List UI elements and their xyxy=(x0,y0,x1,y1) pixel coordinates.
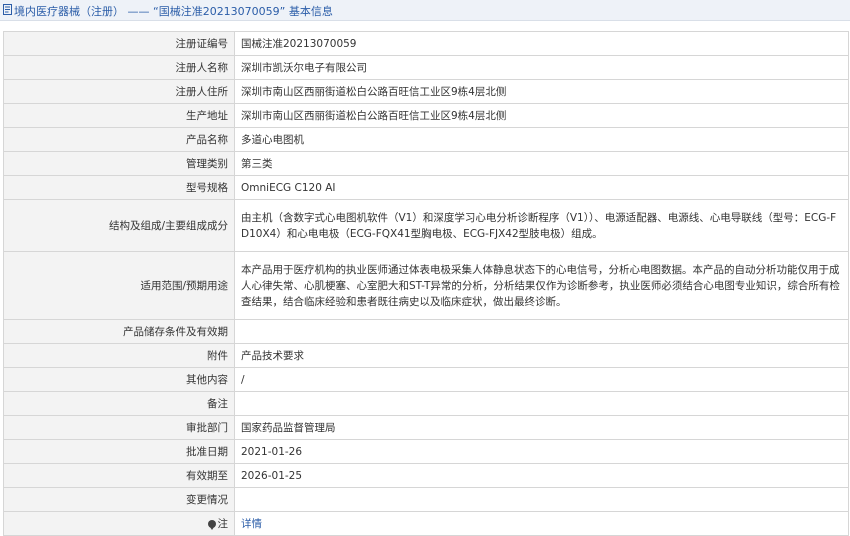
table-row: 生产地址 深圳市南山区西丽街道松白公路百旺信工业区9栋4层北侧 xyxy=(3,103,849,128)
field-value: 2026-01-25 xyxy=(234,463,849,488)
field-value: 2021-01-26 xyxy=(234,439,849,464)
table-row: 产品名称 多道心电图机 xyxy=(3,127,849,152)
field-label: 结构及组成/主要组成成分 xyxy=(3,199,235,252)
page-title: 境内医疗器械（注册） —— “国械注准20213070059” 基本信息 xyxy=(14,5,333,18)
page-header: 境内医疗器械（注册） —— “国械注准20213070059” 基本信息 xyxy=(0,0,850,21)
field-value: 产品技术要求 xyxy=(234,343,849,368)
info-table-container: 注册证编号 国械注准20213070059 注册人名称 深圳市凯沃尔电子有限公司… xyxy=(3,31,849,536)
field-value xyxy=(234,319,849,344)
table-row: 适用范围/预期用途 本产品用于医疗机构的执业医师通过体表电极采集人体静息状态下的… xyxy=(3,251,849,320)
table-row: 管理类别 第三类 xyxy=(3,151,849,176)
table-row: 产品储存条件及有效期 xyxy=(3,319,849,344)
field-value: 多道心电图机 xyxy=(234,127,849,152)
table-row: 注册人名称 深圳市凯沃尔电子有限公司 xyxy=(3,55,849,80)
info-table: 注册证编号 国械注准20213070059 注册人名称 深圳市凯沃尔电子有限公司… xyxy=(3,31,849,536)
table-row: 备注 xyxy=(3,391,849,416)
field-label: 型号规格 xyxy=(3,175,235,200)
table-row: 附件 产品技术要求 xyxy=(3,343,849,368)
field-label: 附件 xyxy=(3,343,235,368)
field-value: 国家药品监督管理局 xyxy=(234,415,849,440)
field-value: OmniECG C120 AI xyxy=(234,175,849,200)
field-label: 批准日期 xyxy=(3,439,235,464)
field-value: 第三类 xyxy=(234,151,849,176)
field-label: 适用范围/预期用途 xyxy=(3,251,235,320)
field-value: 深圳市凯沃尔电子有限公司 xyxy=(234,55,849,80)
field-label: 产品储存条件及有效期 xyxy=(3,319,235,344)
field-label: 注册证编号 xyxy=(3,31,235,56)
field-label: 审批部门 xyxy=(3,415,235,440)
field-value: 深圳市南山区西丽街道松白公路百旺信工业区9栋4层北侧 xyxy=(234,79,849,104)
table-row: 结构及组成/主要组成成分 由主机（含数字式心电图机软件（V1）和深度学习心电分析… xyxy=(3,199,849,252)
table-row: 注册证编号 国械注准20213070059 xyxy=(3,31,849,56)
table-row: 型号规格 OmniECG C120 AI xyxy=(3,175,849,200)
field-label: 变更情况 xyxy=(3,487,235,512)
field-label: 备注 xyxy=(3,391,235,416)
document-icon xyxy=(3,4,12,15)
field-label: 注册人住所 xyxy=(3,79,235,104)
field-label: 产品名称 xyxy=(3,127,235,152)
field-label: 其他内容 xyxy=(3,367,235,392)
field-label: 生产地址 xyxy=(3,103,235,128)
field-value: 深圳市南山区西丽街道松白公路百旺信工业区9栋4层北侧 xyxy=(234,103,849,128)
table-row: 其他内容 / xyxy=(3,367,849,392)
field-label: 注册人名称 xyxy=(3,55,235,80)
field-value xyxy=(234,487,849,512)
table-row: 变更情况 xyxy=(3,487,849,512)
field-label: 有效期至 xyxy=(3,463,235,488)
field-value: 由主机（含数字式心电图机软件（V1）和深度学习心电分析诊断程序（V1））、电源适… xyxy=(234,199,849,252)
table-row: 审批部门 国家药品监督管理局 xyxy=(3,415,849,440)
field-value: 国械注准20213070059 xyxy=(234,31,849,56)
table-row: 有效期至 2026-01-25 xyxy=(3,463,849,488)
table-row: 注册人住所 深圳市南山区西丽街道松白公路百旺信工业区9栋4层北侧 xyxy=(3,79,849,104)
table-row: 批准日期 2021-01-26 xyxy=(3,439,849,464)
field-value: 本产品用于医疗机构的执业医师通过体表电极采集人体静息状态下的心电信号，分析心电图… xyxy=(234,251,849,320)
field-value: / xyxy=(234,367,849,392)
field-label: 管理类别 xyxy=(3,151,235,176)
field-value xyxy=(234,391,849,416)
